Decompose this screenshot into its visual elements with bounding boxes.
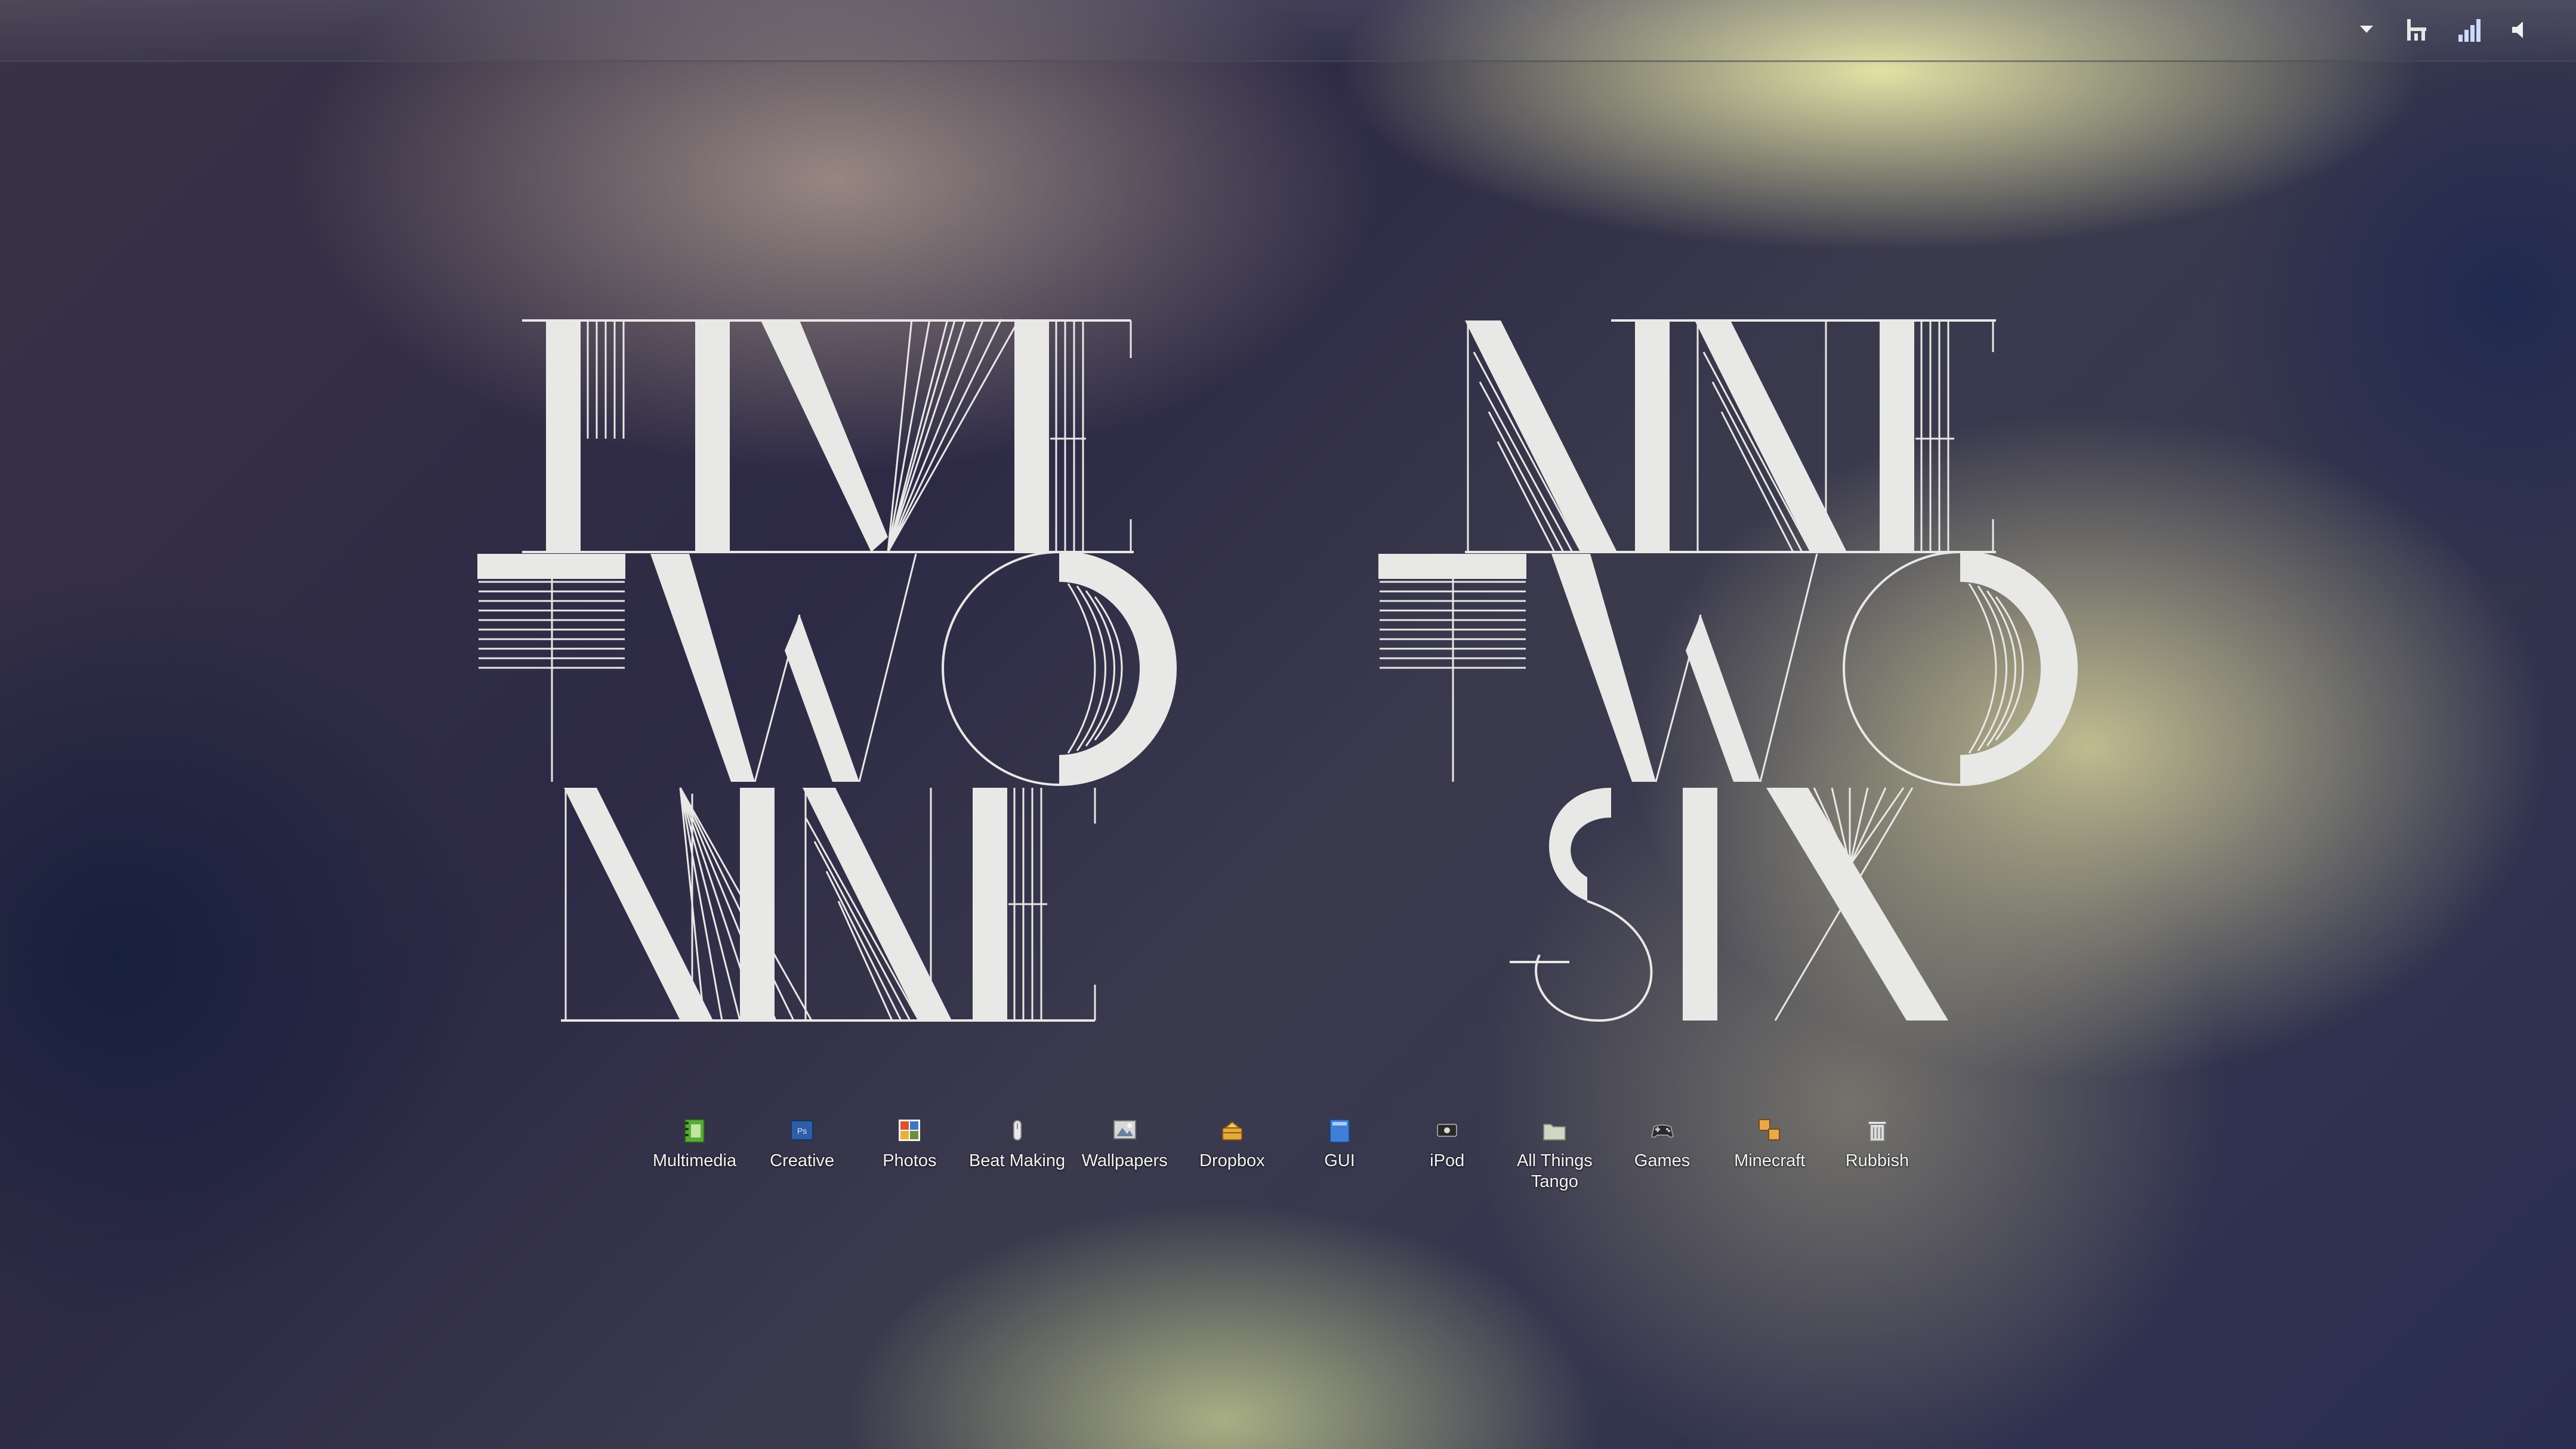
word-six (1510, 787, 1948, 1022)
all-things-tango-folder-icon (1540, 1116, 1569, 1145)
multimedia-folder-icon (680, 1116, 709, 1145)
desktop-icon-beat-making[interactable]: Beat Making (964, 1116, 1070, 1217)
desktop-icon-label: All Things Tango (1516, 1151, 1593, 1191)
overflow-chevron-icon[interactable] (2353, 15, 2380, 45)
svg-text:Ps: Ps (797, 1126, 807, 1136)
desktop-icon-label: Beat Making (968, 1151, 1066, 1170)
system-tray (2353, 13, 2534, 47)
left-word-block (477, 318, 1177, 1022)
desktop-icon-label: Photos (883, 1151, 937, 1170)
desktop-icon-label: Multimedia (652, 1151, 737, 1170)
desktop-icons: Multimedia Ps Creative Photos Beat Makin… (641, 1116, 1930, 1217)
desktop-icon-label: Creative (770, 1151, 835, 1170)
desktop-icon-all-things-tango[interactable]: All Things Tango (1501, 1116, 1608, 1217)
wallpaper-typography (477, 318, 2078, 1022)
desktop-icon-photos[interactable]: Photos (856, 1116, 962, 1217)
desktop-icon-multimedia[interactable]: Multimedia (641, 1116, 748, 1217)
minecraft-folder-icon (1756, 1116, 1784, 1145)
desktop-icon-label: iPod (1430, 1151, 1465, 1170)
desktop-icon-dropbox[interactable]: Dropbox (1179, 1116, 1285, 1217)
desktop-icon-ipod[interactable]: iPod (1394, 1116, 1500, 1217)
creative-folder-icon: Ps (788, 1116, 816, 1145)
desktop-icon-gui[interactable]: GUI (1287, 1116, 1393, 1217)
desktop-icon-minecraft[interactable]: Minecraft (1717, 1116, 1823, 1217)
network-icon[interactable] (2404, 15, 2432, 45)
desktop-icon-creative[interactable]: Ps Creative (749, 1116, 855, 1217)
gui-folder-icon (1325, 1116, 1354, 1145)
signal-bars-icon[interactable] (2455, 15, 2483, 45)
word-two-right (1378, 551, 2078, 786)
right-word-block (1378, 319, 2078, 1022)
desktop-icon-label: Wallpapers (1081, 1151, 1168, 1170)
wallpapers-folder-icon (1110, 1116, 1139, 1145)
recycle-bin-icon (1863, 1116, 1892, 1145)
volume-icon[interactable] (2507, 15, 2534, 45)
desktop-icon-label: GUI (1324, 1151, 1355, 1170)
dropbox-icon (1218, 1116, 1247, 1145)
desktop-icon-rubbish[interactable]: Rubbish (1824, 1116, 1930, 1217)
desktop-icon-label: Rubbish (1845, 1151, 1909, 1170)
desktop-icon-games[interactable]: Games (1609, 1116, 1716, 1217)
word-two (477, 551, 1177, 786)
photos-folder-icon (895, 1116, 924, 1145)
ipod-icon (1433, 1116, 1461, 1145)
beat-making-folder-icon (1003, 1116, 1032, 1145)
desktop-icon-wallpapers[interactable]: Wallpapers (1072, 1116, 1178, 1217)
word-nine-right (1465, 319, 1996, 553)
desktop-icon-label: Dropbox (1199, 1151, 1265, 1170)
taskbar (0, 0, 2576, 62)
word-five (522, 318, 1134, 553)
desktop-icon-label: Minecraft (1734, 1151, 1806, 1170)
word-nine-left (561, 787, 1096, 1022)
gamepad-icon (1648, 1116, 1677, 1145)
desktop-icon-label: Games (1634, 1151, 1690, 1170)
